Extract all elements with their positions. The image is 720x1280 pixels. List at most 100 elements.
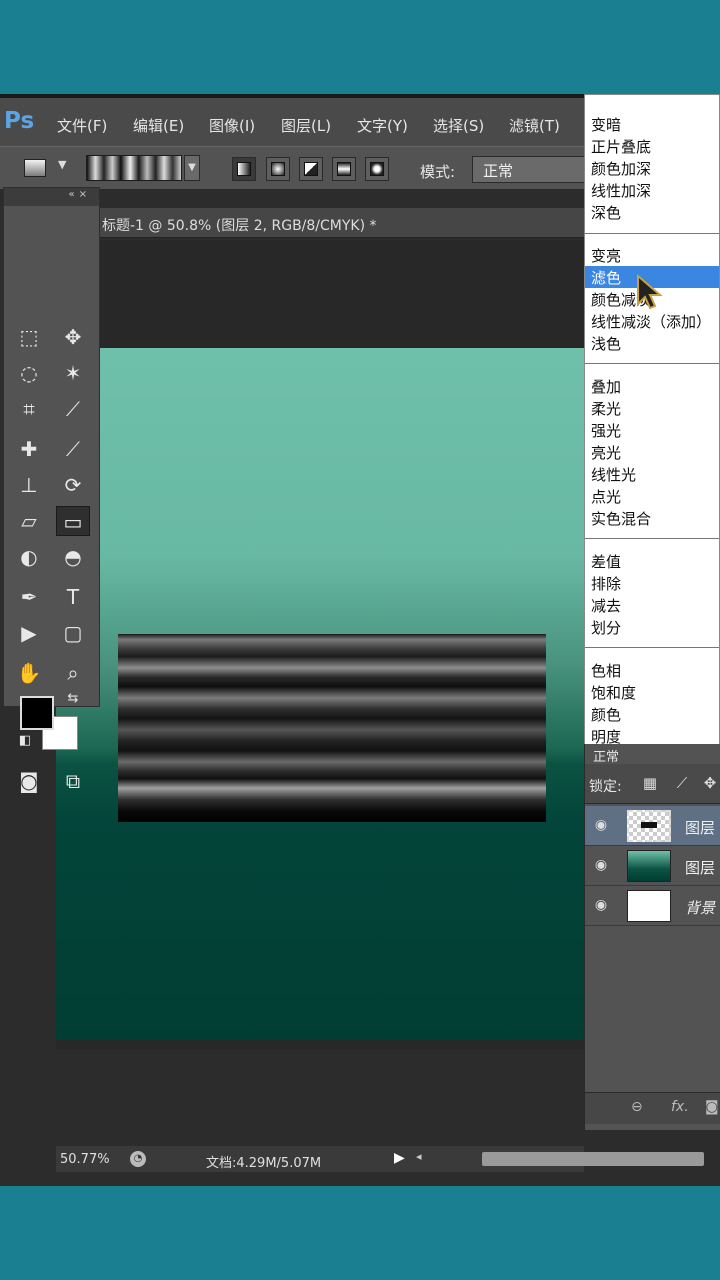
blend-item-hue[interactable]: 色相 [585,659,719,681]
add-mask-icon[interactable]: ◙ [705,1099,719,1115]
photoshop-window: Ps 文件(F) 编辑(E) 图像(I) 图层(L) 文字(Y) 选择(S) 滤… [0,94,720,1186]
menu-separator [585,647,719,648]
layer-thumbnail [627,850,671,882]
fx-icon[interactable]: fx. [671,1099,689,1115]
gradient-tool-preset-icon[interactable] [24,159,46,177]
gradient-swatch[interactable] [86,155,182,181]
blend-item-linear-light[interactable]: 线性光 [585,463,719,485]
horizontal-scrollbar[interactable] [482,1152,704,1166]
default-colors-icon[interactable]: ◧ [8,726,42,756]
blend-item-color-burn[interactable]: 颜色加深 [585,157,719,179]
gradient-picker-arrow-icon[interactable]: ▼ [184,155,200,181]
visibility-eye-icon[interactable]: ◉ [591,897,611,915]
eyedropper-tool-icon[interactable]: ⟋ [56,394,90,424]
metal-gradient-layer[interactable] [118,634,546,822]
lock-pixels-icon[interactable]: ⟋ [673,774,691,792]
blend-item-darken[interactable]: 变暗 [585,113,719,135]
link-layers-icon[interactable]: ⊖ [631,1099,643,1115]
layer-row[interactable]: ◉ 图层 [585,846,720,886]
visibility-eye-icon[interactable]: ◉ [591,857,611,875]
blend-item-pin-light[interactable]: 点光 [585,485,719,507]
menu-file[interactable]: 文件(F) [57,115,107,136]
blend-item-color[interactable]: 颜色 [585,703,719,725]
blend-item-lighten[interactable]: 变亮 [585,244,719,266]
menu-separator [585,363,719,364]
blend-item-lighter-color[interactable]: 浅色 [585,332,719,354]
radial-gradient-button[interactable] [266,157,290,181]
ps-logo: Ps [4,108,35,134]
layer-row[interactable]: ◉ 背景 [585,886,720,926]
eraser-tool-icon[interactable]: ▱ [12,506,46,536]
menu-select[interactable]: 选择(S) [433,115,484,136]
layer-name: 背景 [685,899,716,917]
linear-gradient-button[interactable] [232,157,256,181]
document-size: 文档:4.29M/5.07M [206,1156,322,1171]
blur-tool-icon[interactable]: ◐ [12,542,46,572]
pen-tool-icon[interactable]: ✒ [12,582,46,612]
crop-tool-icon[interactable]: ⌗ [12,394,46,424]
blend-item-darker-color[interactable]: 深色 [585,201,719,223]
lock-transparency-icon[interactable]: ▦ [641,774,659,792]
reflected-gradient-button[interactable] [332,157,356,181]
document-tab[interactable]: 标题-1 @ 50.8% (图层 2, RGB/8/CMYK) * [96,208,596,238]
status-menu-arrow-icon[interactable]: ▶ [394,1150,405,1166]
lock-position-icon[interactable]: ✥ [701,774,719,792]
hand-tool-icon[interactable]: ✋ [12,658,46,688]
layer-name: 图层 [685,859,716,877]
layers-panel: 正常 锁定: ▦ ⟋ ✥ ◉ 图层 ◉ 图层 ◉ 背景 ⊖ fx. ◙ [584,744,720,1130]
blend-item-hard-mix[interactable]: 实色混合 [585,507,719,529]
scroll-left-arrow-icon[interactable]: ◂ [416,1150,422,1163]
swap-colors-icon[interactable]: ⇆ [56,684,90,714]
blend-item-hard-light[interactable]: 强光 [585,419,719,441]
menu-separator [585,233,719,234]
menu-type[interactable]: 文字(Y) [357,115,408,136]
dodge-tool-icon[interactable]: ◓ [56,542,90,572]
blend-item-vivid-light[interactable]: 亮光 [585,441,719,463]
blend-item-linear-dodge[interactable]: 线性减淡（添加） [585,310,719,332]
angle-gradient-button[interactable] [299,157,323,181]
toolbox: «× ⬚ ✥ ◌ ✶ ⌗ ⟋ ✚ ⟋ ⊥ ⟳ ▱ ▭ ◐ ◓ ✒ T ▶ ▢ ✋… [3,187,100,793]
brush-tool-icon[interactable]: ⟋ [56,434,90,464]
blend-item-overlay[interactable]: 叠加 [585,375,719,397]
clone-stamp-tool-icon[interactable]: ⊥ [12,470,46,500]
lasso-tool-icon[interactable]: ◌ [12,358,46,388]
blend-item-luminosity[interactable]: 明度 [585,725,719,745]
type-tool-icon[interactable]: T [56,582,90,612]
blend-item-divide[interactable]: 划分 [585,616,719,638]
layer-row[interactable]: ◉ 图层 [585,806,720,846]
blend-item-multiply[interactable]: 正片叠底 [585,135,719,157]
magic-wand-tool-icon[interactable]: ✶ [56,358,90,388]
shape-tool-icon[interactable]: ▢ [56,618,90,648]
diamond-gradient-button[interactable] [365,157,389,181]
path-selection-tool-icon[interactable]: ▶ [12,618,46,648]
layer-name: 图层 [685,819,716,837]
menu-image[interactable]: 图像(I) [209,115,255,136]
blend-item-saturation[interactable]: 饱和度 [585,681,719,703]
layer-thumbnail [627,810,671,842]
visibility-eye-icon[interactable]: ◉ [591,817,611,835]
blend-item-subtract[interactable]: 减去 [585,594,719,616]
toolbox-collapse-icon[interactable]: «× [4,188,99,206]
gradient-tool-icon[interactable]: ▭ [56,506,90,536]
menu-layer[interactable]: 图层(L) [281,115,331,136]
move-tool-icon[interactable]: ✥ [56,322,90,352]
screen-mode-icon[interactable]: ⧉ [56,766,90,796]
mode-select[interactable]: 正常 [472,156,592,183]
blend-item-difference[interactable]: 差值 [585,550,719,572]
preset-dropdown-icon[interactable]: ▼ [58,158,66,171]
blend-item-linear-burn[interactable]: 线性加深 [585,179,719,201]
status-info-icon[interactable]: ◔ [130,1151,146,1167]
blend-item-exclusion[interactable]: 排除 [585,572,719,594]
layers-footer: ⊖ fx. ◙ [585,1092,720,1124]
menu-filter[interactable]: 滤镜(T) [509,115,560,136]
lock-row: 锁定: ▦ ⟋ ✥ [585,764,720,804]
layer-blend-mode[interactable]: 正常 [593,746,619,765]
marquee-tool-icon[interactable]: ⬚ [12,322,46,352]
blend-item-soft-light[interactable]: 柔光 [585,397,719,419]
healing-brush-tool-icon[interactable]: ✚ [12,434,46,464]
quick-mask-icon[interactable]: ◙ [12,766,46,796]
menu-edit[interactable]: 编辑(E) [133,115,184,136]
foreground-color-swatch[interactable] [20,696,54,730]
zoom-level[interactable]: 50.77% [60,1152,110,1167]
history-brush-tool-icon[interactable]: ⟳ [56,470,90,500]
